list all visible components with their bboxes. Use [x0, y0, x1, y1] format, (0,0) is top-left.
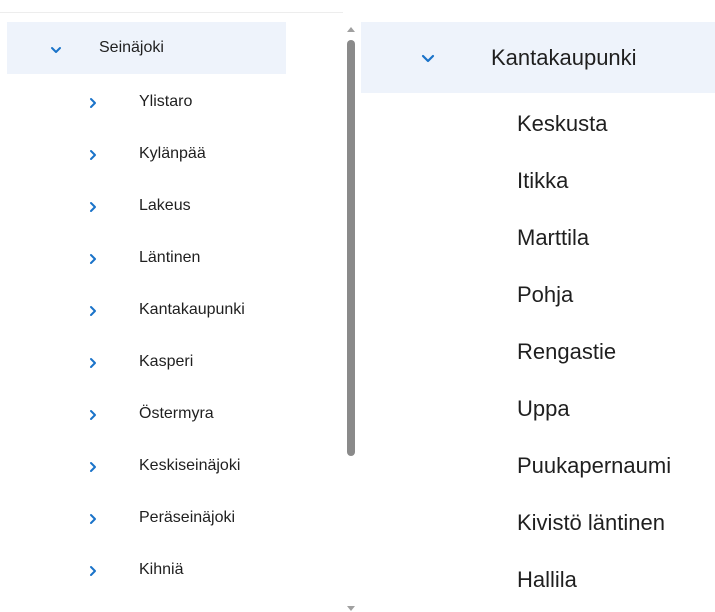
tree-node-ostermyra[interactable]: Östermyra — [0, 388, 330, 440]
chevron-down-icon[interactable] — [50, 43, 62, 55]
chevron-right-icon[interactable] — [88, 252, 98, 264]
tree-leaf-marttila[interactable]: Marttila — [361, 209, 715, 266]
tree-node-seinajoki[interactable]: Seinäjoki — [7, 22, 286, 74]
chevron-right-icon[interactable] — [88, 304, 98, 316]
tree-node-label: Kihniä — [139, 561, 184, 578]
tree-leaf-pohja[interactable]: Pohja — [361, 266, 715, 323]
tree-node-label: Seinäjoki — [99, 39, 164, 56]
tree-node-lantinen[interactable]: Läntinen — [0, 232, 330, 284]
tree-node-label: Ylistaro — [139, 93, 193, 110]
tree-node-label: Marttila — [517, 225, 590, 250]
panel-divider — [0, 12, 343, 13]
chevron-down-icon[interactable] — [421, 52, 435, 64]
tree-node-label: Kylänpää — [139, 145, 206, 162]
tree-node-peraseinajoki[interactable]: Peräseinäjoki — [0, 492, 330, 544]
scroll-up-arrow-icon[interactable] — [346, 20, 356, 32]
tree-node-ylistaro[interactable]: Ylistaro — [0, 76, 330, 128]
tree-leaf-uppa[interactable]: Uppa — [361, 380, 715, 437]
tree-leaf-hallila[interactable]: Hallila — [361, 551, 715, 608]
chevron-right-icon[interactable] — [88, 512, 98, 524]
tree-node-label: Kasperi — [139, 353, 194, 370]
tree-leaf-itikka[interactable]: Itikka — [361, 152, 715, 209]
chevron-right-icon[interactable] — [88, 96, 98, 108]
tree-leaf-kivisto-lantinen[interactable]: Kivistö läntinen — [361, 494, 715, 551]
tree-node-label: Itikka — [517, 168, 569, 193]
chevron-right-icon[interactable] — [88, 200, 98, 212]
tree-node-label: Östermyra — [139, 405, 214, 422]
tree-node-label: Kantakaupunki — [139, 301, 245, 318]
tree-node-kylanpaa[interactable]: Kylänpää — [0, 128, 330, 180]
tree-leaf-puukapernaumi[interactable]: Puukapernaumi — [361, 437, 715, 494]
chevron-right-icon[interactable] — [88, 408, 98, 420]
tree-node-label: Lakeus — [139, 197, 191, 214]
tree-node-label: Puukapernaumi — [517, 453, 672, 478]
tree-node-label: Peräseinäjoki — [139, 509, 236, 526]
tree-node-label: Keskusta — [517, 111, 608, 136]
tree-node-label: Kantakaupunki — [491, 45, 637, 70]
right-tree-panel: Kantakaupunki Keskusta Itikka Marttila P… — [361, 0, 715, 612]
tree-node-label: Hallila — [517, 567, 577, 592]
chevron-right-icon[interactable] — [88, 148, 98, 160]
tree-node-label: Keskiseinäjoki — [139, 457, 241, 474]
scroll-down-arrow-icon[interactable] — [346, 600, 356, 611]
left-tree-panel: Seinäjoki Ylistaro Kylänpää Lakeus Länti — [0, 12, 343, 612]
tree-node-lakeus[interactable]: Lakeus — [0, 180, 330, 232]
tree-leaf-keskusta[interactable]: Keskusta — [361, 95, 715, 152]
tree-view-page: Seinäjoki Ylistaro Kylänpää Lakeus Länti — [0, 0, 715, 612]
tree-node-kasperi[interactable]: Kasperi — [0, 336, 330, 388]
tree-node-label: Uppa — [517, 396, 570, 421]
tree-node-label: Pohja — [517, 282, 574, 307]
tree-leaf-rengastie[interactable]: Rengastie — [361, 323, 715, 380]
tree-node-kantakaupunki[interactable]: Kantakaupunki — [0, 284, 330, 336]
tree-node-kantakaupunki-expanded[interactable]: Kantakaupunki — [361, 22, 715, 93]
tree-node-label: Kivistö läntinen — [517, 510, 665, 535]
tree-node-label: Rengastie — [517, 339, 617, 364]
chevron-right-icon[interactable] — [88, 460, 98, 472]
scrollbar-thumb[interactable] — [347, 40, 355, 456]
chevron-right-icon[interactable] — [88, 564, 98, 576]
tree-node-keskiseinajoki[interactable]: Keskiseinäjoki — [0, 440, 330, 492]
tree-node-label: Läntinen — [139, 249, 201, 266]
tree-node-kihnia[interactable]: Kihniä — [0, 544, 330, 596]
chevron-right-icon[interactable] — [88, 356, 98, 368]
vertical-scrollbar[interactable] — [343, 14, 359, 612]
